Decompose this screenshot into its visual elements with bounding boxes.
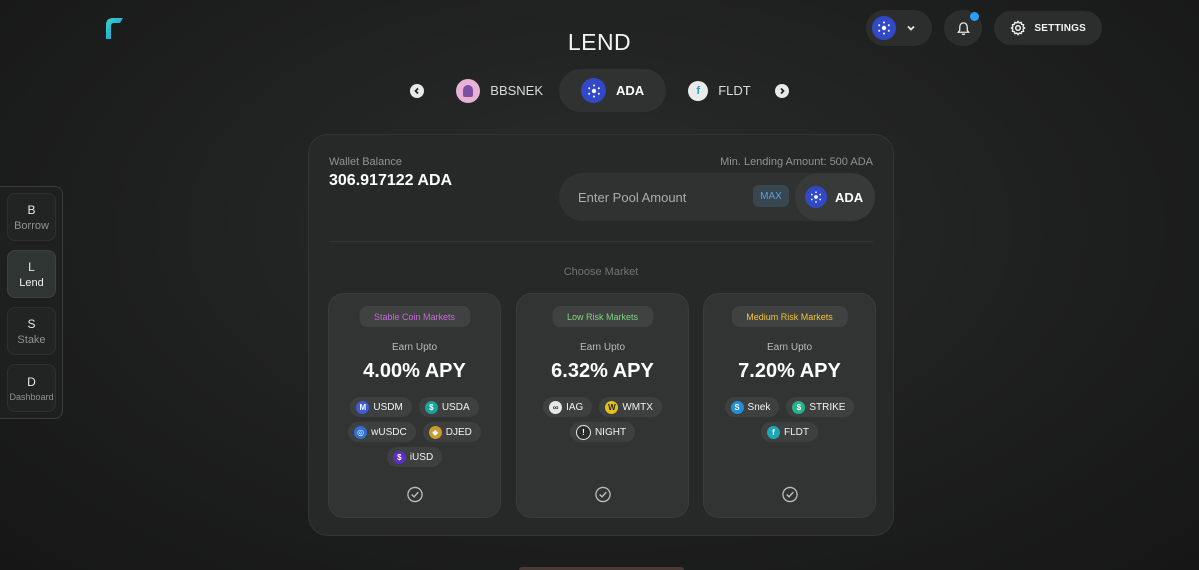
nav-dashboard[interactable]: D Dashboard (7, 364, 56, 412)
fldt-coin-icon: f (688, 80, 709, 101)
usda-icon: $ (424, 400, 438, 414)
token-pill: ∞ IAG (543, 397, 593, 417)
token-name: wUSDC (371, 426, 407, 438)
nav-lend-letter: L (28, 259, 35, 274)
night-icon: ! (575, 424, 591, 440)
iag-icon: ∞ (549, 400, 563, 414)
tab-fldt-label: FLDT (718, 83, 751, 98)
market-card-stable-coin[interactable]: Stable Coin Markets Earn Upto 4.00% APY … (328, 293, 501, 518)
nav-stake-label: Stake (17, 333, 46, 346)
token-name: iUSD (409, 451, 434, 463)
tab-ada-label: ADA (616, 83, 645, 98)
tab-fldt[interactable]: f FLDT (666, 69, 773, 112)
token-pill: $ USDA (418, 397, 479, 417)
check-circle-icon (406, 486, 423, 503)
pool-amount-field: MAX ADA (559, 173, 875, 221)
market-card-low-risk[interactable]: Low Risk Markets Earn Upto 6.32% APY ∞ I… (516, 293, 689, 518)
ada-coin-icon (805, 186, 827, 208)
token-pill: f FLDT (761, 422, 818, 442)
token-name: Snek (747, 401, 771, 413)
token-pill: $ iUSD (386, 447, 443, 467)
djed-icon: ◆ (428, 425, 442, 439)
token-pill: W WMTX (599, 397, 662, 417)
strike-icon: $ (792, 400, 806, 414)
market-card-medium-risk[interactable]: Medium Risk Markets Earn Upto 7.20% APY … (703, 293, 876, 518)
token-pill: $ STRIKE (786, 397, 855, 417)
earn-upto-label: Earn Upto (579, 342, 626, 353)
chevron-left-icon (414, 87, 419, 94)
token-name: WMTX (622, 401, 653, 413)
token-pill: ◆ DJED (422, 422, 481, 442)
chevron-right-icon (780, 87, 785, 94)
wusdc-icon: ◎ (354, 425, 368, 439)
token-pill: M USDM (350, 397, 412, 417)
wallet-balance-value: 306.917122 ADA (329, 172, 453, 189)
nav-borrow-label: Borrow (14, 219, 49, 232)
nav-dashboard-letter: D (27, 374, 36, 389)
nav-dashboard-label: Dashboard (9, 391, 54, 402)
fldt-icon: f (767, 425, 780, 439)
tab-ada[interactable]: ADA (559, 69, 667, 112)
market-badge: Stable Coin Markets (358, 306, 471, 327)
asset-selector[interactable]: ADA (795, 173, 875, 221)
check-circle-icon (781, 486, 798, 503)
notification-dot (970, 12, 980, 21)
lend-panel: Wallet Balance 306.917122 ADA Min. Lendi… (308, 134, 894, 536)
bbsnek-coin-icon (456, 78, 481, 103)
apy-value: 4.00% APY (363, 360, 466, 382)
apy-value: 7.20% APY (738, 360, 841, 382)
token-pill: S Snek (724, 397, 780, 417)
token-list: M USDM $ USDA ◎ wUSDC ◆ DJED $ iUSD (339, 397, 490, 467)
side-nav: B Borrow L Lend S Stake D Dashboard (0, 186, 63, 419)
wmtx-icon: W (605, 400, 619, 414)
page-title: LEND (567, 29, 632, 55)
token-name: FLDT (784, 426, 809, 438)
prev-asset-button[interactable] (410, 83, 425, 98)
choose-market-label: Choose Market (563, 266, 639, 278)
check-circle-icon (594, 486, 611, 503)
usdm-icon: M (356, 400, 370, 414)
nav-lend-label: Lend (19, 276, 44, 289)
token-name: NIGHT (594, 426, 627, 438)
token-name: STRIKE (809, 401, 846, 413)
nav-lend[interactable]: L Lend (7, 250, 56, 298)
asset-tabs: BBSNEK ADA f FLDT (0, 69, 1199, 112)
token-name: USDM (373, 401, 403, 413)
token-name: USDA (441, 401, 470, 413)
token-list: ∞ IAG W WMTX ! NIGHT (527, 397, 678, 442)
earn-upto-label: Earn Upto (766, 342, 813, 353)
apy-value: 6.32% APY (551, 360, 654, 382)
nav-stake-letter: S (27, 316, 36, 331)
divider (329, 241, 873, 242)
next-asset-button[interactable] (774, 83, 789, 98)
token-list: S Snek $ STRIKE f FLDT (714, 397, 865, 442)
snek-icon: S (730, 400, 744, 414)
asset-selector-label: ADA (835, 189, 864, 205)
ada-coin-icon (581, 78, 607, 103)
tab-bbsnek[interactable]: BBSNEK (440, 69, 559, 112)
tab-bbsnek-label: BBSNEK (490, 83, 544, 98)
max-button[interactable]: MAX (753, 185, 789, 207)
wallet-balance-label: Wallet Balance (329, 156, 402, 168)
nav-borrow[interactable]: B Borrow (7, 193, 56, 241)
market-badge: Low Risk Markets (551, 306, 654, 327)
earn-upto-label: Earn Upto (391, 342, 438, 353)
iusd-icon: $ (392, 450, 406, 464)
token-name: DJED (445, 426, 472, 438)
token-pill: ! NIGHT (569, 422, 636, 442)
min-lending-amount: Min. Lending Amount: 500 ADA (720, 156, 873, 168)
nav-stake[interactable]: S Stake (7, 307, 56, 355)
market-badge: Medium Risk Markets (731, 306, 848, 327)
token-pill: ◎ wUSDC (348, 422, 416, 442)
nav-borrow-letter: B (27, 202, 36, 217)
pool-amount-input[interactable] (559, 189, 739, 205)
token-name: IAG (566, 401, 584, 413)
